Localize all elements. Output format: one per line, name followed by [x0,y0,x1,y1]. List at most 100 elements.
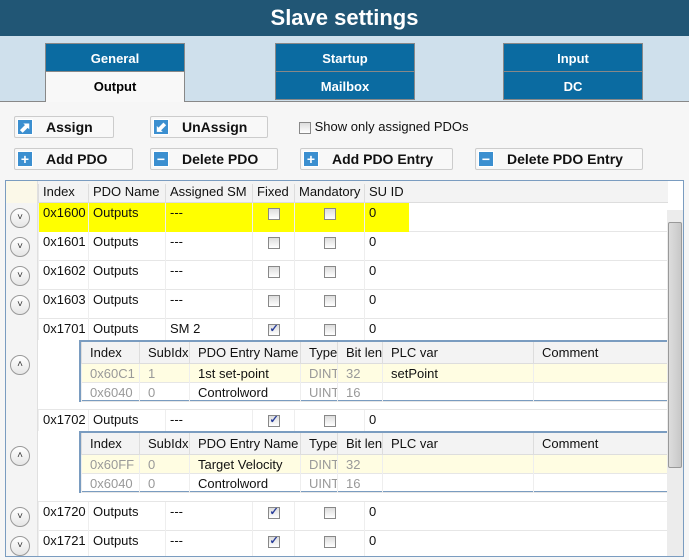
table-row[interactable]: ˅ 0x1721Outputs--- 0 [6,531,668,556]
entry-column-header[interactable]: PDO Entry Name [189,342,300,364]
entry-column-header[interactable]: Index [81,342,139,364]
name-cell: Outputs [88,502,165,531]
index-cell: 0x1720 [38,502,88,531]
collapse-icon[interactable]: ˄ [10,446,30,466]
mandatory-checkbox[interactable] [323,265,336,278]
name-cell: Outputs [88,232,165,261]
mandatory-checkbox[interactable] [323,294,336,307]
tab-output[interactable]: Output [45,71,185,102]
mandatory-checkbox[interactable] [323,506,336,519]
column-header[interactable]: Assigned SM [165,184,252,203]
delete-pdo-entry-button[interactable]: − Delete PDO Entry [475,148,643,170]
fixed-checkbox[interactable] [267,413,280,427]
mandatory-checkbox[interactable] [323,236,336,249]
scrollbar-thumb[interactable] [668,222,682,468]
tab-dc[interactable]: DC [503,71,643,100]
show-only-assigned-checkbox[interactable]: Show only assigned PDOs [299,119,469,134]
entry-column-header[interactable]: Index [81,433,139,455]
minus-icon: − [478,151,494,167]
entry-column-header[interactable]: SubIdx [139,433,189,455]
plus-icon: + [303,151,319,167]
expand-icon[interactable]: ˅ [10,535,30,556]
add-pdo-entry-label: Add PDO Entry [332,151,434,167]
mandatory-checkbox[interactable] [323,207,336,220]
entry-column-header[interactable]: PLC var [382,433,533,455]
assign-icon: ⬈ [17,119,33,135]
index-cell: 0x1702 [38,410,88,431]
header-corner [6,181,38,203]
fixed-cell [252,290,294,319]
entry-cell [382,474,533,493]
add-pdo-entry-button[interactable]: + Add PDO Entry [300,148,453,170]
su-cell: 0 [364,502,409,531]
column-header[interactable]: Index [38,184,88,203]
table-row[interactable]: ˄0x1702Outputs---0IndexSubIdxPDO Entry N… [6,410,670,502]
pdo-entry-header: Index SubIdx PDO Entry Name Type Bit len PLC … [81,433,670,455]
entry-cell: DINT [300,455,337,474]
table-row[interactable]: ˄0x1701OutputsSM 20IndexSubIdxPDO Entry … [6,319,670,410]
expand-icon[interactable]: ˅ [10,506,30,527]
su-cell: 0 [364,203,409,232]
su-cell: 0 [364,531,409,556]
tab-startup[interactable]: Startup [275,43,415,72]
mandatory-checkbox[interactable] [323,323,336,336]
entry-column-header[interactable]: Type [300,342,337,364]
column-header[interactable]: SU ID [364,184,409,203]
fixed-checkbox[interactable] [267,207,280,220]
table-row[interactable]: ˅ 0x1603 Outputs --- 0 [6,290,668,319]
name-cell: Outputs [88,290,165,319]
entry-column-header[interactable]: PDO Entry Name [189,433,300,455]
entry-column-header[interactable]: PLC var [382,342,533,364]
expand-icon[interactable]: ˅ [10,294,30,315]
entry-row[interactable]: 0x6040 0 Controlword UINT 16 [81,383,670,402]
tab-input[interactable]: Input [503,43,643,72]
grid-header: Index PDO Name Assigned SM Fixed Mandatory SU… [6,181,668,203]
expand-icon[interactable]: ˅ [10,265,30,286]
column-header[interactable]: PDO Name [88,184,165,203]
fixed-checkbox[interactable] [267,265,280,278]
fixed-checkbox[interactable] [267,505,280,519]
index-cell: 0x1602 [38,261,88,290]
entry-row[interactable]: 0x60C1 1 1st set-point DINT 32 setPoint [81,364,670,383]
entry-column-header[interactable]: Comment [533,433,670,455]
tab-general[interactable]: General [45,43,185,72]
add-pdo-button[interactable]: + Add PDO [14,148,133,170]
table-row[interactable]: ˅ 0x1720Outputs--- 0 [6,502,668,531]
delete-pdo-button[interactable]: − Delete PDO [150,148,278,170]
fixed-checkbox[interactable] [267,534,280,548]
table-row[interactable]: ˅ 0x1601 Outputs --- 0 [6,232,668,261]
entry-cell: 0 [139,455,189,474]
entry-cell: 0x6040 [81,383,139,402]
tab-mailbox[interactable]: Mailbox [275,71,415,100]
column-header[interactable]: Fixed [252,184,294,203]
sm-cell: --- [165,290,252,319]
entry-column-header[interactable]: SubIdx [139,342,189,364]
mandatory-checkbox[interactable] [323,414,336,427]
collapse-icon[interactable]: ˄ [10,354,30,375]
entry-cell: 16 [337,474,382,493]
fixed-checkbox[interactable] [267,322,280,336]
entry-column-header[interactable]: Bit len [337,433,382,455]
unassign-button[interactable]: ⬋ UnAssign [150,116,268,138]
entry-row[interactable]: 0x6040 0 Controlword UINT 16 [81,474,670,493]
fixed-cell [252,502,294,531]
entry-column-header[interactable]: Comment [533,342,670,364]
entry-cell: Target Velocity [189,455,300,474]
expand-icon[interactable]: ˅ [10,207,30,228]
entry-column-header[interactable]: Type [300,433,337,455]
entry-column-header[interactable]: Bit len [337,342,382,364]
fixed-checkbox[interactable] [267,236,280,249]
assign-button[interactable]: ⬈ Assign [14,116,114,138]
table-row[interactable]: ˅ 0x1602 Outputs --- 0 [6,261,668,290]
expand-icon[interactable]: ˅ [10,236,30,257]
entry-cell: Controlword [189,383,300,402]
column-header[interactable]: Mandatory [294,184,364,203]
entry-cell: 1 [139,364,189,383]
mandatory-checkbox[interactable] [323,535,336,548]
entry-row[interactable]: 0x60FF 0 Target Velocity DINT 32 [81,455,670,474]
fixed-cell [252,261,294,290]
fixed-checkbox[interactable] [267,294,280,307]
checkbox-icon[interactable] [299,121,311,134]
table-row[interactable]: ˅ 0x1600 Outputs --- 0 [6,203,668,232]
mandatory-cell [294,261,364,290]
